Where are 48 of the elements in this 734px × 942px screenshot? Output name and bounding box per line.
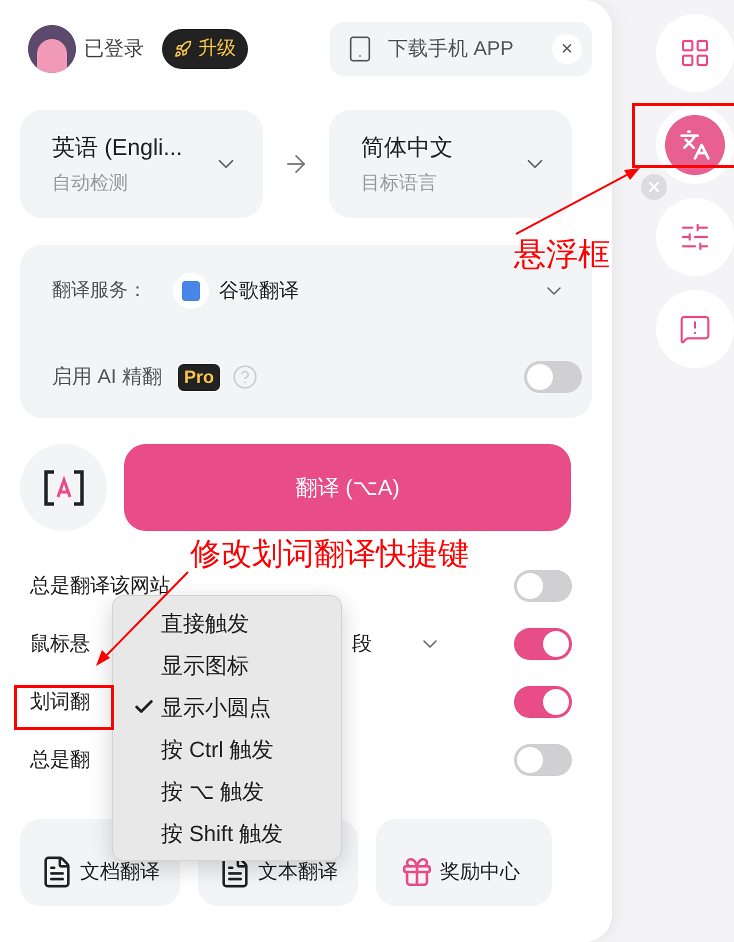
toggle-switch[interactable]	[514, 686, 572, 718]
setting-label: 总是翻译该网站	[30, 574, 170, 599]
toggle-switch[interactable]	[524, 361, 582, 393]
upgrade-button[interactable]: 升级	[162, 29, 248, 69]
language-name: 英语 (Engli...	[52, 132, 184, 162]
menu-item-label: 按 Ctrl 触发	[161, 736, 274, 764]
setting-label: 划词翻	[30, 690, 90, 715]
setting-label: 段	[352, 632, 372, 657]
close-icon	[646, 179, 662, 195]
toggle-switch[interactable]	[514, 628, 572, 660]
menu-item-label: 直接触发	[161, 610, 249, 638]
apps-icon	[679, 37, 711, 69]
shortcut-button[interactable]: 奖励中心	[376, 819, 552, 906]
menu-item-label: 显示图标	[161, 652, 249, 680]
menu-item[interactable]: 按 ⌥ 触发	[113, 770, 341, 812]
download-app-chip[interactable]: 下载手机 APP ×	[330, 22, 592, 76]
menu-item-label: 按 ⌥ 触发	[161, 778, 264, 806]
rocket-icon	[174, 40, 192, 58]
avatar[interactable]	[28, 25, 76, 73]
bracket-a-icon	[44, 470, 84, 506]
language-select[interactable]: 简体中文 目标语言	[329, 110, 572, 218]
service-value[interactable]: 谷歌翻译	[219, 276, 299, 306]
feedback-icon	[679, 313, 711, 345]
pro-badge: Pro	[178, 364, 220, 390]
setting-label: 鼠标悬	[30, 632, 90, 657]
language-hint: 自动检测	[52, 172, 129, 196]
menu-item-label: 显示小圆点	[161, 694, 271, 722]
translate-icon	[679, 129, 711, 161]
annotation-label: 修改划词翻译快捷键	[190, 538, 469, 569]
menu-item[interactable]: 直接触发	[113, 602, 341, 644]
language-hint: 目标语言	[361, 172, 438, 196]
setting-label: 总是翻	[30, 748, 90, 773]
language-select[interactable]: 英语 (Engli... 自动检测	[20, 110, 263, 218]
ai-refine-label: 启用 AI 精翻	[52, 365, 162, 390]
menu-item[interactable]: 按 Ctrl 触发	[113, 728, 341, 770]
language-name: 简体中文	[361, 132, 454, 162]
close-button[interactable]: ×	[552, 34, 582, 64]
google-translate-icon	[173, 273, 209, 309]
sliders-icon	[679, 221, 711, 253]
translate-button[interactable]: 翻译 (⌥A)	[124, 444, 571, 531]
annotation-label: 悬浮框	[514, 238, 610, 270]
download-app-label: 下载手机 APP	[388, 37, 514, 62]
menu-item[interactable]: 显示小圆点	[113, 686, 341, 728]
toggle-switch[interactable]	[514, 570, 572, 602]
service-label: 翻译服务：	[52, 278, 147, 303]
user-status: 已登录	[84, 37, 144, 62]
toggle-switch[interactable]	[514, 744, 572, 776]
menu-item[interactable]: 显示图标	[113, 644, 341, 686]
